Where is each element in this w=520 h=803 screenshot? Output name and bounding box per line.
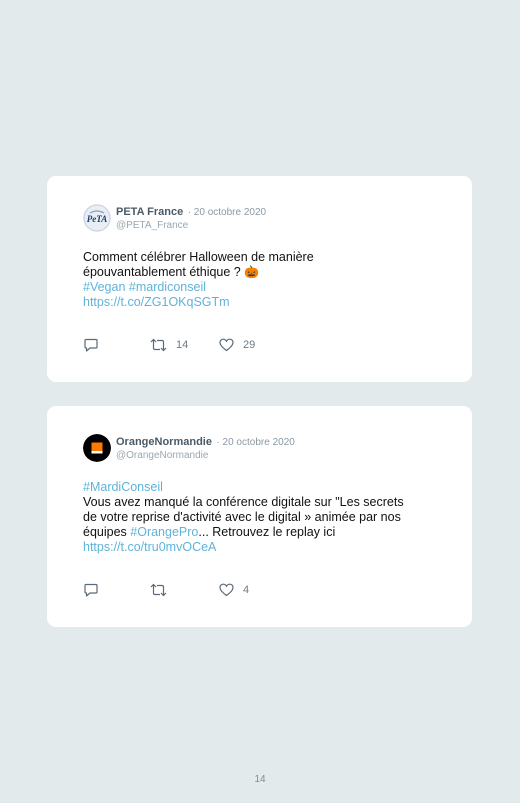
tweet-actions: 14 29 <box>83 338 333 354</box>
like-button[interactable]: 29 <box>219 338 255 352</box>
tweet-line-text: ... Retrouvez le replay ici <box>198 525 336 539</box>
reply-button[interactable] <box>83 583 99 598</box>
retweet-icon <box>150 338 167 352</box>
tweet-date: · 20 octobre 2020 <box>216 437 295 448</box>
hashtag-links[interactable]: #Vegan #mardiconseil <box>83 280 433 295</box>
tweet-line: Comment célébrer Halloween de manière <box>83 250 314 264</box>
reply-button[interactable] <box>83 338 99 353</box>
reply-icon <box>84 583 98 597</box>
tweet-actions: 4 <box>83 583 333 599</box>
tweet-line: épouvantablement éthique ? 🎃 <box>83 265 433 280</box>
like-button[interactable]: 4 <box>219 583 249 597</box>
author-name[interactable]: OrangeNormandie <box>116 436 212 448</box>
hashtag-link[interactable]: #MardiConseil <box>83 480 433 495</box>
retweet-button[interactable]: 14 <box>150 338 188 352</box>
avatar[interactable]: PeTA <box>83 204 111 232</box>
tweet-line: équipes #OrangePro... Retrouvez le repla… <box>83 525 433 540</box>
tweet-line: de votre reprise d'activité avec le digi… <box>83 510 401 524</box>
pumpkin-emoji: 🎃 <box>244 265 260 279</box>
heart-icon <box>219 583 234 597</box>
tweet-text: Comment célébrer Halloween de manière ép… <box>83 250 433 310</box>
tweet-card-peta: PeTA PETA France · 20 octobre 2020 @PETA… <box>47 176 472 382</box>
tweet-line: Vous avez manqué la conférence digitale … <box>83 495 404 509</box>
retweet-count: 14 <box>176 339 189 351</box>
retweet-button[interactable] <box>150 583 176 597</box>
author-handle[interactable]: @PETA_France <box>116 219 266 232</box>
avatar[interactable] <box>83 434 111 462</box>
tweet-card-orange: OrangeNormandie · 20 octobre 2020 @Orang… <box>47 406 472 627</box>
reply-icon <box>84 338 98 352</box>
tweet-line-text: équipes <box>83 525 131 539</box>
heart-icon <box>219 338 234 352</box>
hashtag-link-orangepro[interactable]: #OrangePro <box>130 525 198 539</box>
tweet-date: · 20 octobre 2020 <box>187 207 267 218</box>
retweet-icon <box>150 583 167 597</box>
page-number: 14 <box>254 774 266 785</box>
author-handle[interactable]: @OrangeNormandie <box>116 449 295 462</box>
author-name[interactable]: PETA France <box>116 206 183 218</box>
like-count: 29 <box>243 339 256 351</box>
tweet-url[interactable]: https://t.co/ZG1OKqSGTm <box>83 295 433 310</box>
like-count: 4 <box>243 584 250 596</box>
tweet-line-text: épouvantablement éthique ? <box>83 265 245 279</box>
tweet-url[interactable]: https://t.co/tru0mvOCeA <box>83 540 433 555</box>
svg-text:PeTA: PeTA <box>87 214 108 224</box>
tweet-text: #MardiConseil Vous avez manqué la confér… <box>83 480 433 555</box>
